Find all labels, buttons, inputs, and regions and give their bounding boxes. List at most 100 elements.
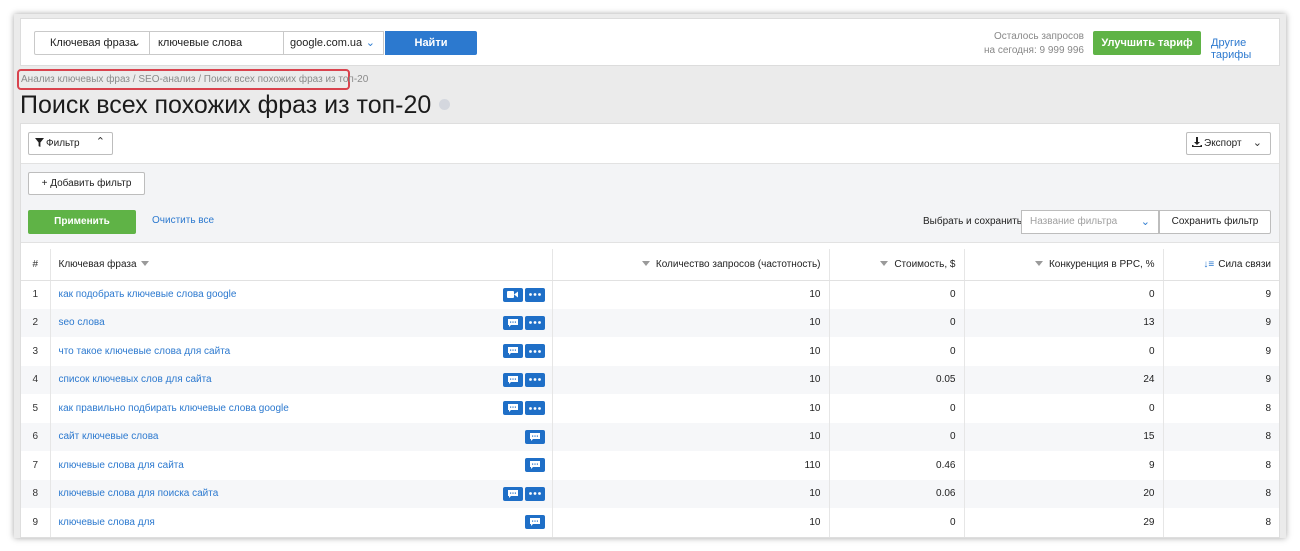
col-header-strength-label: Сила связи [1218, 258, 1271, 270]
strength-cell: 8 [1265, 459, 1271, 471]
comment-icon[interactable] [502, 401, 523, 415]
table-row: 1 как подобрать ключевые слова google 10 0 0… [21, 280, 1279, 309]
filter-toggle-button[interactable]: Фильтр ⌃ [28, 132, 113, 155]
clear-all-link[interactable]: Очистить все [152, 215, 214, 226]
volume-cell: 10 [552, 422, 830, 451]
row-num: 5 [21, 394, 51, 423]
filter-label: Фильтр [46, 138, 80, 149]
video-icon[interactable] [502, 287, 523, 302]
keyword-cell: ключевые слова для поиска сайта [50, 479, 553, 508]
comment-icon[interactable] [502, 372, 523, 387]
search-bar: Ключевая фраза ⌄ ключевые слова google.c… [20, 18, 1280, 66]
col-header-strength[interactable]: ↓≡ Сила связи [1163, 249, 1279, 281]
row-num: 2 [21, 308, 51, 337]
keyword-link[interactable]: список ключевых слов для сайта [59, 374, 212, 385]
row-num: 4 [21, 365, 51, 394]
row-actions [524, 458, 545, 472]
info-icon[interactable] [439, 98, 451, 110]
filter-name-placeholder: Название фильтра [1030, 216, 1118, 227]
comment-icon[interactable] [502, 315, 523, 330]
competition-cell: 29 [964, 508, 1164, 537]
col-header-cost[interactable]: Стоимость, $ [829, 249, 965, 281]
cost-cell: 0 [829, 394, 965, 423]
more-icon[interactable] [524, 344, 545, 358]
strength-cell: 9 [1265, 345, 1271, 357]
table-header-row: # Ключевая фраза Количество запросов (ча… [21, 249, 1279, 281]
more-icon[interactable] [524, 486, 545, 501]
more-icon[interactable] [524, 315, 545, 330]
strength-cell: 8 [1265, 431, 1271, 443]
sort-desc-icon[interactable]: ↓≡ [1203, 259, 1214, 270]
competition-cell: 20 [964, 479, 1164, 508]
col-header-volume[interactable]: Количество запросов (частотность) [552, 249, 830, 281]
table-row: 7 ключевые слова для сайта 110 0.46 9 8 [21, 451, 1279, 480]
keyword-link[interactable]: что такое ключевые слова для сайта [59, 346, 231, 357]
domain-value: google.com.ua [290, 37, 363, 49]
sort-icon[interactable] [1034, 261, 1043, 267]
keyword-input[interactable]: ключевые слова [150, 31, 284, 55]
volume-cell: 10 [552, 337, 830, 366]
sort-icon[interactable] [140, 261, 149, 267]
col-header-cost-label: Стоимость, $ [894, 258, 956, 270]
upgrade-plan-button[interactable]: Улучшить тариф [1093, 31, 1201, 55]
comment-icon[interactable] [524, 429, 545, 444]
table-row: 6 сайт ключевые слова 10 0 15 8 [21, 422, 1279, 451]
more-icon[interactable] [524, 287, 545, 302]
more-icon[interactable] [524, 401, 545, 415]
save-filter-button[interactable]: Сохранить фильтр [1159, 210, 1271, 234]
keyword-link[interactable]: ключевые слова для сайта [59, 460, 184, 471]
table-row: 5 как правильно подбирать ключевые слова … [21, 394, 1279, 423]
row-actions [502, 372, 545, 387]
keyword-cell: ключевые слова для сайта [50, 451, 553, 480]
other-tariffs-link[interactable]: Другие тарифы [1211, 37, 1279, 61]
save-filter-label: Выбрать и сохранить [923, 216, 1023, 227]
keyword-link[interactable]: как подобрать ключевые слова google [59, 289, 237, 300]
keyword-link[interactable]: seo слова [59, 317, 105, 328]
keyword-link[interactable]: ключевые слова для поиска сайта [59, 488, 219, 499]
strength-cell: 9 [1265, 317, 1271, 329]
competition-cell: 0 [964, 394, 1164, 423]
search-type-select[interactable]: Ключевая фраза ⌄ [34, 31, 150, 55]
comment-icon[interactable] [502, 486, 523, 501]
keyword-cell: seo слова [50, 308, 553, 337]
chevron-down-icon: ⌄ [1252, 137, 1262, 149]
page-title-text: Поиск всех похожих фраз из топ-20 [20, 91, 432, 119]
more-icon[interactable] [524, 372, 545, 387]
quota-line1: Осталось запросов [994, 31, 1084, 42]
export-button[interactable]: Экспорт ⌄ [1186, 132, 1271, 155]
filter-name-select[interactable]: Название фильтра ⌄ [1021, 210, 1159, 234]
keyword-link[interactable]: как правильно подбирать ключевые слова g… [59, 403, 289, 414]
search-type-label: Ключевая фраза [50, 37, 136, 49]
table-row: 2 seo слова 10 0 13 9 [21, 308, 1279, 337]
competition-cell: 0 [964, 337, 1164, 366]
comment-icon[interactable] [524, 515, 545, 529]
strength-cell: 8 [1265, 516, 1271, 528]
volume-cell: 10 [552, 479, 830, 508]
add-filter-button[interactable]: + Добавить фильтр [28, 172, 145, 195]
find-button[interactable]: Найти [385, 31, 477, 55]
table-row: 4 список ключевых слов для сайта 10 0.05 24 9 [21, 365, 1279, 394]
strength-cell: 8 [1265, 488, 1271, 500]
keyword-link[interactable]: сайт ключевые слова [59, 431, 159, 442]
comment-icon[interactable] [524, 458, 545, 472]
sort-icon[interactable] [880, 261, 889, 267]
col-header-competition[interactable]: Конкуренция в PPC, % [964, 249, 1164, 281]
quota-info: Осталось запросов на сегодня: 9 999 996 [981, 30, 1084, 58]
col-header-competition-label: Конкуренция в PPC, % [1048, 258, 1155, 270]
row-actions [502, 287, 545, 302]
table-row: 3 что такое ключевые слова для сайта 10 0 0 9 [21, 337, 1279, 366]
apply-button[interactable]: Применить [28, 210, 136, 234]
keyword-cell: что такое ключевые слова для сайта [50, 337, 553, 366]
keyword-link[interactable]: ключевые слова для [59, 517, 155, 528]
row-actions [502, 344, 545, 358]
comment-icon[interactable] [502, 344, 523, 358]
breadcrumb[interactable]: Анализ ключевых фраз / SEO-анализ / Поис… [17, 69, 368, 90]
col-header-phrase[interactable]: Ключевая фраза [50, 249, 553, 281]
sort-icon[interactable] [641, 261, 650, 267]
chevron-down-icon: ⌄ [365, 37, 375, 49]
cost-cell: 0 [829, 337, 965, 366]
chevron-up-icon: ⌃ [95, 136, 105, 148]
domain-select[interactable]: google.com.ua ⌄ [284, 31, 384, 55]
row-num: 3 [21, 337, 51, 366]
download-icon [1192, 137, 1202, 147]
